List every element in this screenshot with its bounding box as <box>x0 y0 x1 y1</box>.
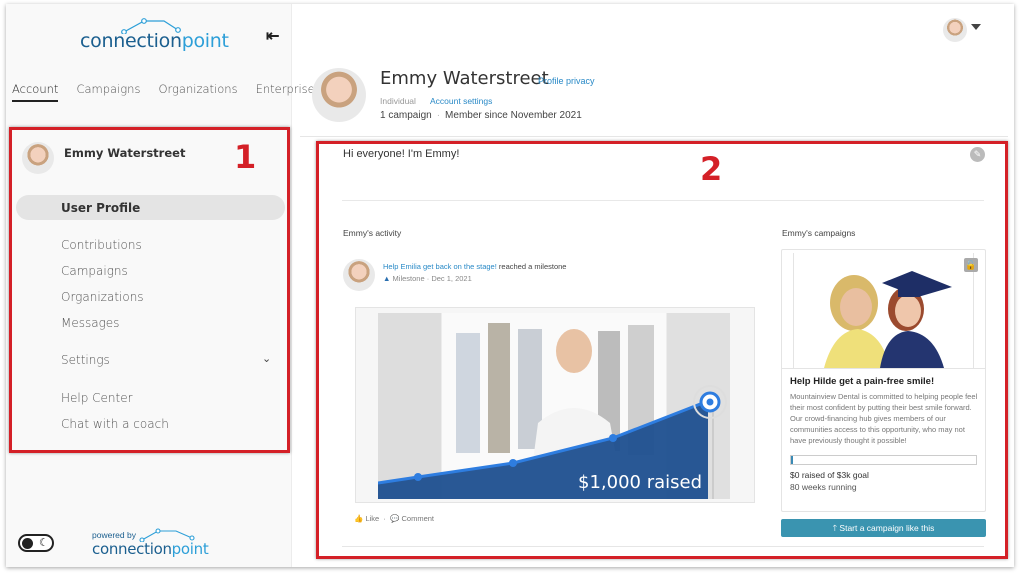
tab-account[interactable]: Account <box>12 82 59 102</box>
profile-type: Individual <box>380 96 416 106</box>
powered-wordmark: connectionpoint <box>92 540 209 558</box>
annotation-box-2 <box>316 141 1008 559</box>
logo-wordmark: connectionpoint <box>80 30 229 52</box>
account-settings-link[interactable]: Account settings <box>430 96 492 106</box>
tab-enterprise[interactable]: Enterprise <box>256 82 315 102</box>
profile-name: Emmy Waterstreet <box>380 68 549 89</box>
annotation-number-1: 1 <box>234 138 257 176</box>
divider <box>300 136 1008 137</box>
tab-campaigns[interactable]: Campaigns <box>76 82 140 102</box>
dark-mode-toggle[interactable]: ☾ <box>18 534 54 552</box>
campaign-count: 1 campaign <box>380 110 432 121</box>
toggle-knob <box>22 538 33 549</box>
top-tabs: Account Campaigns Organizations Enterpri… <box>12 82 333 102</box>
profile-avatar <box>312 68 366 122</box>
connectionpoint-logo[interactable]: connectionpoint <box>80 18 229 52</box>
profile-stats: 1 campaign · Member since November 2021 <box>380 110 582 121</box>
caret-down-icon[interactable] <box>971 24 981 30</box>
sidebar: connectionpoint ⇤ Account Campaigns Orga… <box>6 4 315 567</box>
powered-by-text: powered by <box>92 530 136 540</box>
moon-icon: ☾ <box>39 537 49 549</box>
member-since: Member since November 2021 <box>445 110 582 121</box>
profile-privacy-link[interactable]: Profile privacy <box>538 76 595 86</box>
powered-by-logo[interactable]: powered by connectionpoint <box>92 528 212 560</box>
annotation-number-2: 2 <box>700 150 723 188</box>
tab-organizations[interactable]: Organizations <box>158 82 237 102</box>
user-menu-avatar[interactable] <box>943 18 967 42</box>
collapse-left-icon[interactable]: ⇤ <box>266 26 279 46</box>
